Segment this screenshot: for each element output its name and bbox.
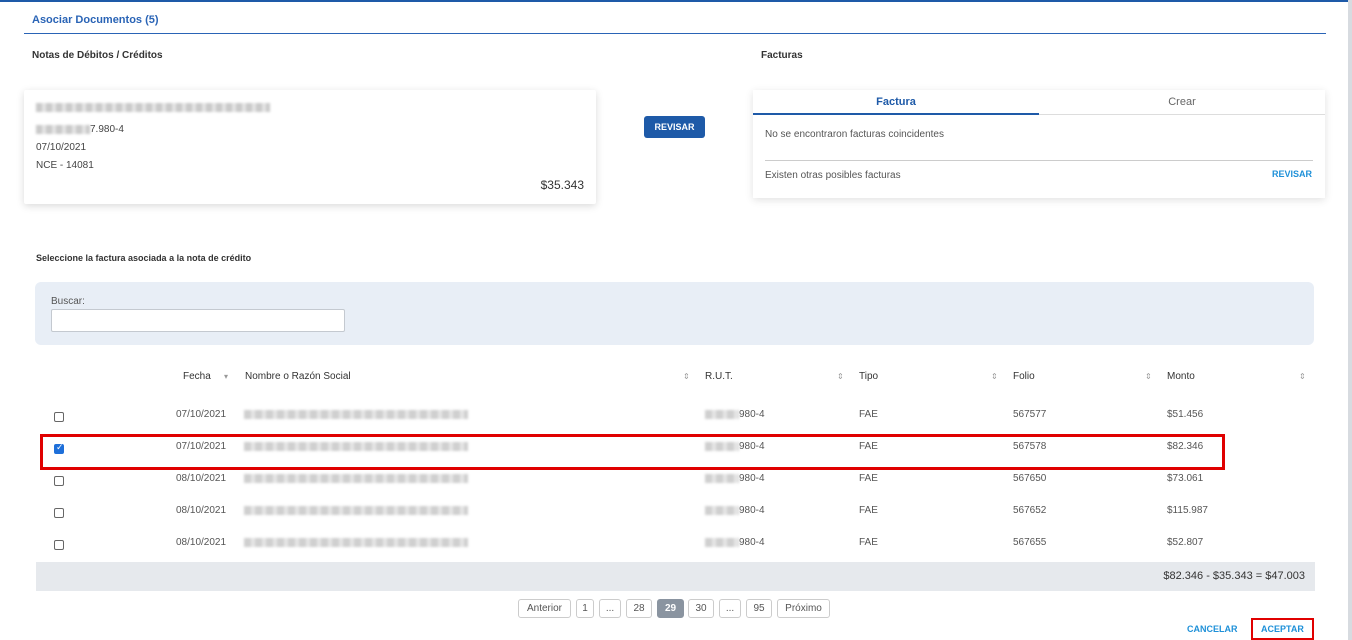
sort-icon[interactable]: ⇕ bbox=[991, 372, 998, 381]
cell-monto: $115.987 bbox=[1167, 505, 1208, 516]
totals-text: $82.346 - $35.343 = $47.003 bbox=[1163, 570, 1305, 582]
cell-monto: $73.061 bbox=[1167, 473, 1204, 484]
cell-tipo: FAE bbox=[859, 473, 878, 484]
tab-factura[interactable]: Factura bbox=[753, 90, 1039, 115]
facturas-panel: Factura Crear No se encontraron facturas… bbox=[753, 90, 1325, 198]
cell-tipo: FAE bbox=[859, 409, 878, 420]
redacted-name bbox=[244, 505, 468, 515]
select-prompt: Seleccione la factura asociada a la nota… bbox=[36, 253, 252, 263]
sort-icon[interactable]: ⇕ bbox=[837, 372, 844, 381]
credit-note-card: 7.980-4 07/10/2021 NCE - 14081 $35.343 bbox=[24, 90, 596, 204]
cell-fecha: 08/10/2021 bbox=[176, 473, 227, 484]
rut-suffix: 980-4 bbox=[739, 537, 765, 548]
table-row[interactable]: 08/10/2021 980-4 FAE 567655 $52.807 bbox=[36, 529, 1314, 561]
cell-fecha: 07/10/2021 bbox=[176, 409, 227, 420]
redacted-name bbox=[244, 537, 468, 547]
cell-nombre bbox=[244, 473, 468, 484]
table-row[interactable]: 07/10/2021 980-4 FAE 567577 $51.456 bbox=[36, 401, 1314, 433]
cell-nombre bbox=[244, 505, 468, 516]
page-95[interactable]: 95 bbox=[746, 599, 772, 618]
redacted-name bbox=[244, 409, 468, 419]
card-amount: $35.343 bbox=[540, 178, 584, 192]
sort-desc-icon[interactable]: ▾ bbox=[224, 372, 228, 381]
header-nombre[interactable]: Nombre o Razón Social bbox=[245, 371, 351, 382]
totals-bar: $82.346 - $35.343 = $47.003 bbox=[36, 562, 1315, 591]
cell-fecha: 08/10/2021 bbox=[176, 505, 227, 516]
cancel-button[interactable]: CANCELAR bbox=[1187, 624, 1238, 634]
card-date: 07/10/2021 bbox=[36, 142, 87, 153]
page-ellipsis: ... bbox=[599, 599, 621, 618]
cell-rut: 980-4 bbox=[705, 473, 765, 484]
cell-tipo: FAE bbox=[859, 505, 878, 516]
page-30[interactable]: 30 bbox=[688, 599, 714, 618]
redacted-rut-prefix bbox=[705, 473, 739, 483]
pagination-prev[interactable]: Anterior bbox=[518, 599, 571, 618]
facturas-section-title: Facturas bbox=[761, 50, 803, 61]
header-folio[interactable]: Folio bbox=[1013, 371, 1035, 382]
tab-asociar-documentos[interactable]: Asociar Documentos (5) bbox=[24, 10, 167, 33]
revisar-link[interactable]: REVISAR bbox=[1272, 169, 1312, 179]
sort-icon[interactable]: ⇕ bbox=[1145, 372, 1152, 381]
header-tipo[interactable]: Tipo bbox=[859, 371, 878, 382]
card-rut-suffix: 7.980-4 bbox=[90, 124, 124, 135]
redacted-rut-prefix bbox=[705, 537, 739, 547]
header-monto[interactable]: Monto bbox=[1167, 371, 1195, 382]
card-doc-number: NCE - 14081 bbox=[36, 160, 94, 171]
top-border bbox=[0, 0, 1352, 2]
other-invoices-message: Existen otras posibles facturas bbox=[765, 170, 901, 181]
divider bbox=[765, 160, 1313, 161]
card-rut: 7.980-4 bbox=[36, 124, 124, 135]
page-29-current[interactable]: 29 bbox=[657, 599, 684, 618]
sort-icon[interactable]: ⇕ bbox=[1299, 372, 1306, 381]
cell-folio: 567652 bbox=[1013, 505, 1047, 516]
no-match-message: No se encontraron facturas coincidentes bbox=[765, 129, 944, 140]
tab-bar: Asociar Documentos (5) bbox=[24, 10, 1326, 34]
row-checkbox[interactable] bbox=[54, 412, 64, 422]
pagination-next[interactable]: Próximo bbox=[777, 599, 830, 618]
row-checkbox[interactable] bbox=[54, 476, 64, 486]
cell-monto: $51.456 bbox=[1167, 409, 1204, 420]
selected-row-highlight bbox=[40, 434, 1225, 470]
cell-folio: 567650 bbox=[1013, 473, 1047, 484]
row-checkbox[interactable] bbox=[54, 540, 64, 550]
cell-nombre bbox=[244, 409, 468, 420]
cell-folio: 567655 bbox=[1013, 537, 1047, 548]
page-ellipsis: ... bbox=[719, 599, 741, 618]
rut-suffix: 980-4 bbox=[739, 473, 765, 484]
row-checkbox[interactable] bbox=[54, 508, 64, 518]
tab-crear[interactable]: Crear bbox=[1039, 90, 1325, 115]
cell-rut: 980-4 bbox=[705, 537, 765, 548]
page-1[interactable]: 1 bbox=[576, 599, 594, 618]
header-fecha[interactable]: Fecha bbox=[183, 371, 211, 382]
cell-folio: 567577 bbox=[1013, 409, 1047, 420]
search-label: Buscar: bbox=[51, 296, 85, 307]
search-input[interactable] bbox=[51, 309, 345, 332]
cell-rut: 980-4 bbox=[705, 409, 765, 420]
redacted-rut-prefix bbox=[705, 505, 739, 515]
header-rut[interactable]: R.U.T. bbox=[705, 371, 733, 382]
redacted-rut-prefix bbox=[36, 124, 90, 134]
notas-section-title: Notas de Débitos / Créditos bbox=[32, 50, 163, 61]
redacted-name bbox=[36, 102, 270, 112]
rut-suffix: 980-4 bbox=[739, 409, 765, 420]
scrollbar-track[interactable] bbox=[1348, 0, 1352, 640]
search-panel: Buscar: bbox=[35, 282, 1314, 345]
cell-fecha: 08/10/2021 bbox=[176, 537, 227, 548]
sort-icon[interactable]: ⇕ bbox=[683, 372, 690, 381]
card-company-name bbox=[36, 102, 270, 113]
rut-suffix: 980-4 bbox=[739, 505, 765, 516]
table-row[interactable]: 08/10/2021 980-4 FAE 567652 $115.987 bbox=[36, 497, 1314, 529]
cell-tipo: FAE bbox=[859, 537, 878, 548]
cell-rut: 980-4 bbox=[705, 505, 765, 516]
page-28[interactable]: 28 bbox=[626, 599, 652, 618]
cell-monto: $52.807 bbox=[1167, 537, 1204, 548]
revisar-button[interactable]: REVISAR bbox=[644, 116, 705, 138]
redacted-rut-prefix bbox=[705, 409, 739, 419]
accept-button[interactable]: ACEPTAR bbox=[1261, 624, 1304, 634]
cell-nombre bbox=[244, 537, 468, 548]
redacted-name bbox=[244, 473, 468, 483]
